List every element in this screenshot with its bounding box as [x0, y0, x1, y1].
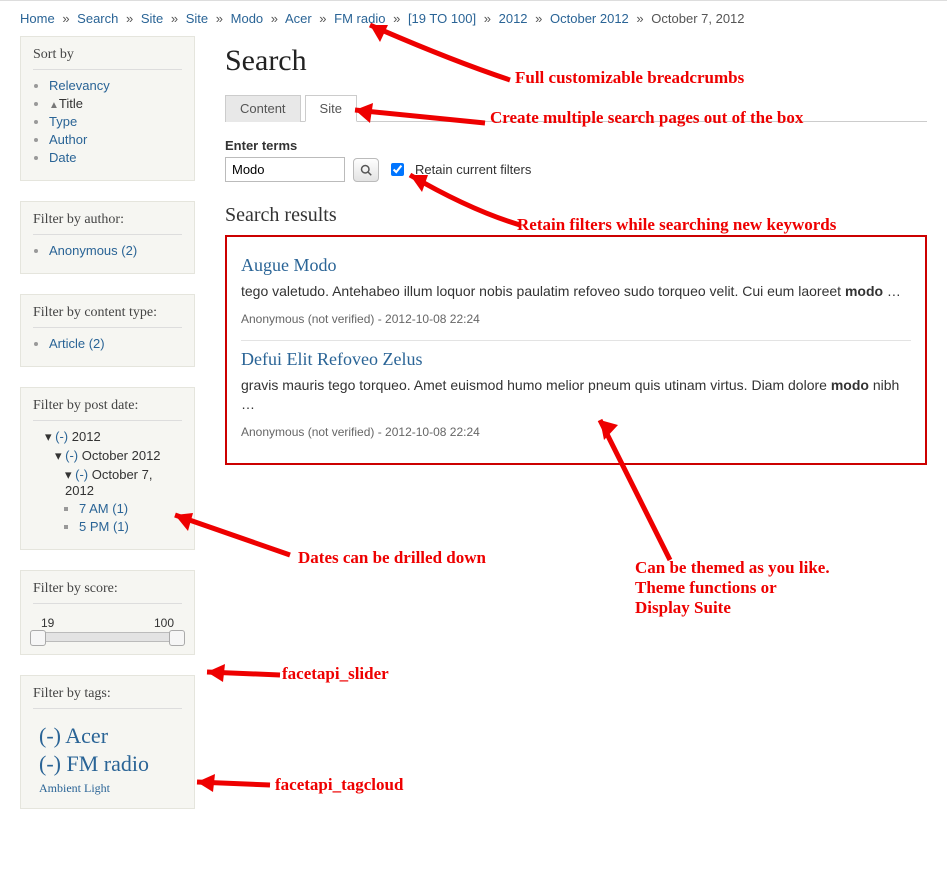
filter-author-block: Filter by author: Anonymous (2): [20, 201, 195, 274]
filter-post-date-block: Filter by post date: ▾ (-) 2012 ▾ (-) Oc…: [20, 387, 195, 550]
breadcrumb-separator: »: [636, 11, 643, 26]
breadcrumb-link[interactable]: Site: [186, 11, 208, 26]
tag-remove-fm-radio[interactable]: (-) FM radio: [39, 751, 149, 776]
sort-relevancy[interactable]: Relevancy: [49, 78, 110, 93]
result-snippet: gravis mauris tego torqueo. Amet euismod…: [241, 376, 911, 415]
filter-content-type-block: Filter by content type: Article (2): [20, 294, 195, 367]
search-icon: [360, 164, 372, 176]
tag-remove-acer[interactable]: (-) Acer: [39, 723, 108, 748]
filter-score-block: Filter by score: 19 100: [20, 570, 195, 655]
breadcrumb-separator: »: [271, 11, 278, 26]
sidebar: Sort by Relevancy ▲Title Type Author Dat…: [20, 36, 195, 829]
breadcrumb-link[interactable]: [19 TO 100]: [408, 11, 476, 26]
date-remove-2012[interactable]: (-): [55, 429, 68, 444]
sort-asc-icon: ▲: [49, 100, 59, 111]
search-label: Enter terms: [225, 138, 927, 153]
results-container: Augue Modo tego valetudo. Antehabeo illu…: [225, 235, 927, 465]
search-result: Augue Modo tego valetudo. Antehabeo illu…: [241, 247, 911, 341]
breadcrumb-link[interactable]: 2012: [499, 11, 528, 26]
breadcrumb-link[interactable]: Modo: [231, 11, 264, 26]
tab-site[interactable]: Site: [305, 95, 357, 122]
breadcrumb-separator: »: [216, 11, 223, 26]
filter-tags-block: Filter by tags: (-) Acer (-) FM radio Am…: [20, 675, 195, 809]
breadcrumb-separator: »: [484, 11, 491, 26]
date-oct-2012: October 2012: [82, 448, 161, 463]
block-title: Filter by post date:: [33, 398, 182, 421]
block-title: Filter by content type:: [33, 305, 182, 328]
breadcrumb-link[interactable]: Home: [20, 11, 55, 26]
tag-ambient-light[interactable]: Ambient Light: [39, 781, 110, 795]
breadcrumb-separator: »: [319, 11, 326, 26]
breadcrumb-link[interactable]: October 2012: [550, 11, 629, 26]
slider-handle-min[interactable]: [30, 630, 46, 646]
score-slider[interactable]: [35, 632, 180, 642]
result-meta: Anonymous (not verified) - 2012-10-08 22…: [241, 425, 911, 439]
breadcrumb-separator: »: [393, 11, 400, 26]
slider-max-label: 100: [154, 616, 174, 630]
search-button[interactable]: [353, 158, 379, 182]
filter-type-article[interactable]: Article (2): [49, 336, 105, 351]
block-title: Filter by score:: [33, 581, 182, 604]
result-meta: Anonymous (not verified) - 2012-10-08 22…: [241, 312, 911, 326]
breadcrumb-link[interactable]: Site: [141, 11, 163, 26]
filter-author-anonymous[interactable]: Anonymous (2): [49, 243, 137, 258]
sort-date[interactable]: Date: [49, 150, 76, 165]
main-content: Search Content Site Enter terms Retain c…: [225, 36, 927, 829]
retain-filters-label: Retain current filters: [415, 162, 531, 177]
result-title-link[interactable]: Defui Elit Refoveo Zelus: [241, 349, 422, 369]
breadcrumb-link[interactable]: Search: [77, 11, 118, 26]
block-title: Sort by: [33, 47, 182, 70]
breadcrumb-separator: »: [62, 11, 69, 26]
block-title: Filter by tags:: [33, 686, 182, 709]
sort-type[interactable]: Type: [49, 114, 77, 129]
breadcrumb-link[interactable]: Acer: [285, 11, 312, 26]
breadcrumb: Home » Search » Site » Site » Modo » Ace…: [0, 0, 947, 36]
slider-min-label: 19: [41, 616, 54, 630]
sort-by-block: Sort by Relevancy ▲Title Type Author Dat…: [20, 36, 195, 181]
date-5pm[interactable]: 5 PM (1): [79, 519, 129, 534]
results-heading: Search results: [225, 204, 927, 227]
block-title: Filter by author:: [33, 212, 182, 235]
date-7am[interactable]: 7 AM (1): [79, 501, 128, 516]
search-tabs: Content Site: [225, 94, 927, 122]
tab-content[interactable]: Content: [225, 95, 301, 122]
sort-author[interactable]: Author: [49, 132, 87, 147]
slider-handle-max[interactable]: [169, 630, 185, 646]
page-title: Search: [225, 44, 927, 78]
breadcrumb-separator: »: [126, 11, 133, 26]
breadcrumb-link[interactable]: FM radio: [334, 11, 385, 26]
date-remove-oct-2012[interactable]: (-): [65, 448, 78, 463]
sort-title-active[interactable]: ▲Title: [49, 96, 182, 111]
search-input[interactable]: [225, 157, 345, 182]
search-form: Enter terms Retain current filters: [225, 138, 927, 182]
retain-filters-checkbox[interactable]: [391, 163, 404, 176]
breadcrumb-separator: »: [171, 11, 178, 26]
breadcrumb-separator: »: [535, 11, 542, 26]
search-result: Defui Elit Refoveo Zelus gravis mauris t…: [241, 341, 911, 453]
date-2012: 2012: [72, 429, 101, 444]
breadcrumb-current: October 7, 2012: [651, 11, 744, 26]
result-snippet: tego valetudo. Antehabeo illum loquor no…: [241, 282, 911, 302]
date-remove-oct-7[interactable]: (-): [75, 467, 88, 482]
result-title-link[interactable]: Augue Modo: [241, 255, 337, 275]
